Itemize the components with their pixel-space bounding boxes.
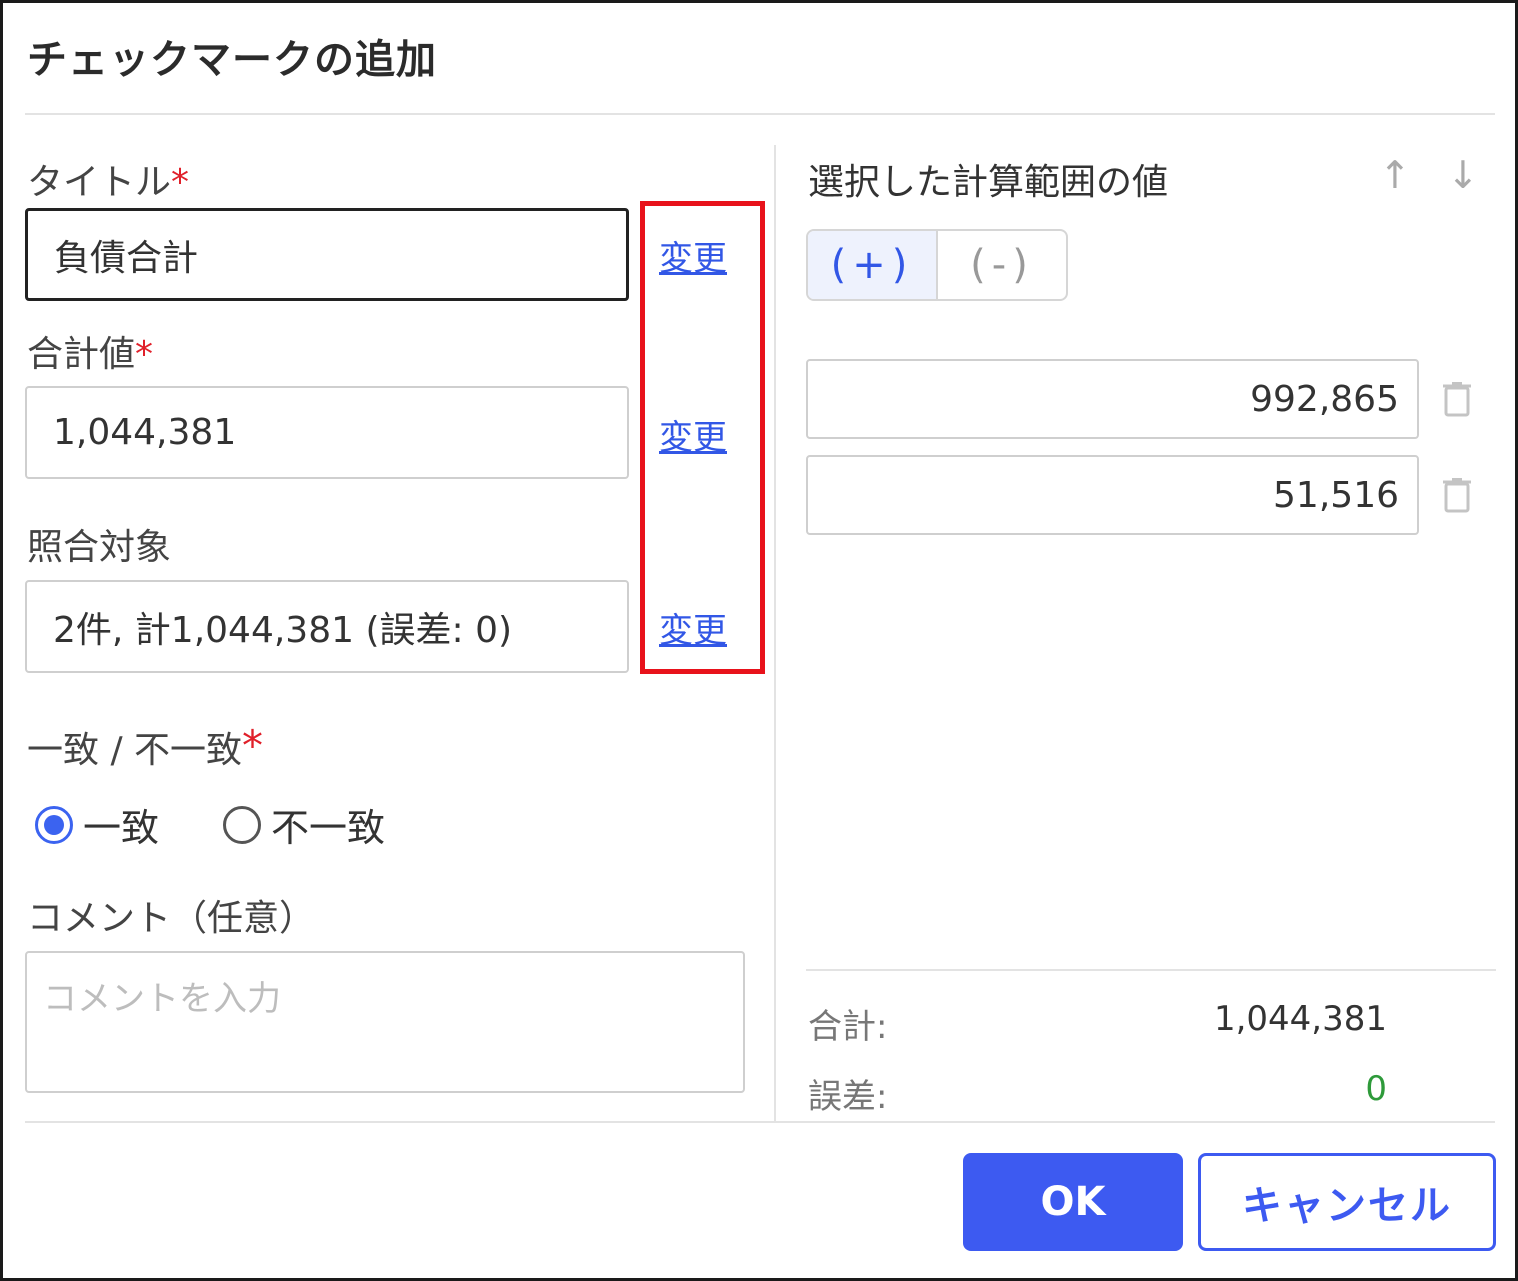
target-field-label: 照合対象	[27, 527, 172, 568]
minus-toggle-button[interactable]: (-)	[938, 231, 1066, 299]
radio-mismatch[interactable]: 不一致	[223, 797, 385, 852]
arrow-down-icon[interactable]: ↓	[1447, 153, 1479, 197]
highlight-annotation-box	[640, 201, 765, 674]
ok-button[interactable]: OK	[963, 1153, 1183, 1251]
total-field-label: 合計値*	[27, 334, 154, 375]
trash-icon[interactable]	[1443, 477, 1471, 513]
radio-checked-icon[interactable]	[35, 805, 73, 844]
diff-value: 0	[1365, 1069, 1387, 1109]
required-mark: *	[242, 721, 264, 770]
title-input[interactable]: 負債合計	[25, 208, 629, 301]
radio-match-label: 一致	[83, 806, 160, 850]
comment-textarea[interactable]: コメントを入力	[25, 951, 745, 1093]
comment-field-label: コメント（任意）	[27, 898, 316, 939]
range-value-field[interactable]: 992,865	[806, 359, 1419, 439]
radio-match[interactable]: 一致	[35, 797, 159, 852]
radio-mismatch-label: 不一致	[271, 806, 386, 850]
sum-value: 1,044,381	[1213, 999, 1387, 1039]
sum-label: 合計:	[808, 1007, 888, 1047]
diff-label: 誤差:	[808, 1077, 888, 1117]
match-field-label: 一致 / 不一致*	[27, 721, 264, 771]
sign-toggle: (+) (-)	[806, 229, 1068, 301]
dialog-title: チェックマークの追加	[27, 37, 437, 83]
header-divider	[25, 113, 1495, 115]
summary-divider	[806, 969, 1496, 971]
radio-unchecked-icon[interactable]	[223, 805, 261, 844]
cancel-button[interactable]: キャンセル	[1198, 1153, 1496, 1251]
total-value-field[interactable]: 1,044,381	[25, 386, 629, 479]
plus-toggle-button[interactable]: (+)	[808, 231, 938, 299]
add-checkmark-dialog: チェックマークの追加 タイトル* 負債合計 合計値* 1,044,381 照合対…	[0, 0, 1518, 1281]
column-divider	[774, 145, 776, 1123]
footer-divider	[25, 1121, 1495, 1123]
arrow-up-icon[interactable]: ↑	[1379, 153, 1411, 197]
range-value-field[interactable]: 51,516	[806, 455, 1419, 535]
target-field[interactable]: 2件, 計1,044,381 (誤差: 0)	[25, 580, 629, 673]
required-mark: *	[135, 334, 154, 375]
required-mark: *	[171, 162, 190, 203]
trash-icon[interactable]	[1443, 381, 1471, 417]
title-field-label: タイトル*	[27, 162, 190, 203]
range-panel-title: 選択した計算範囲の値	[808, 162, 1169, 203]
